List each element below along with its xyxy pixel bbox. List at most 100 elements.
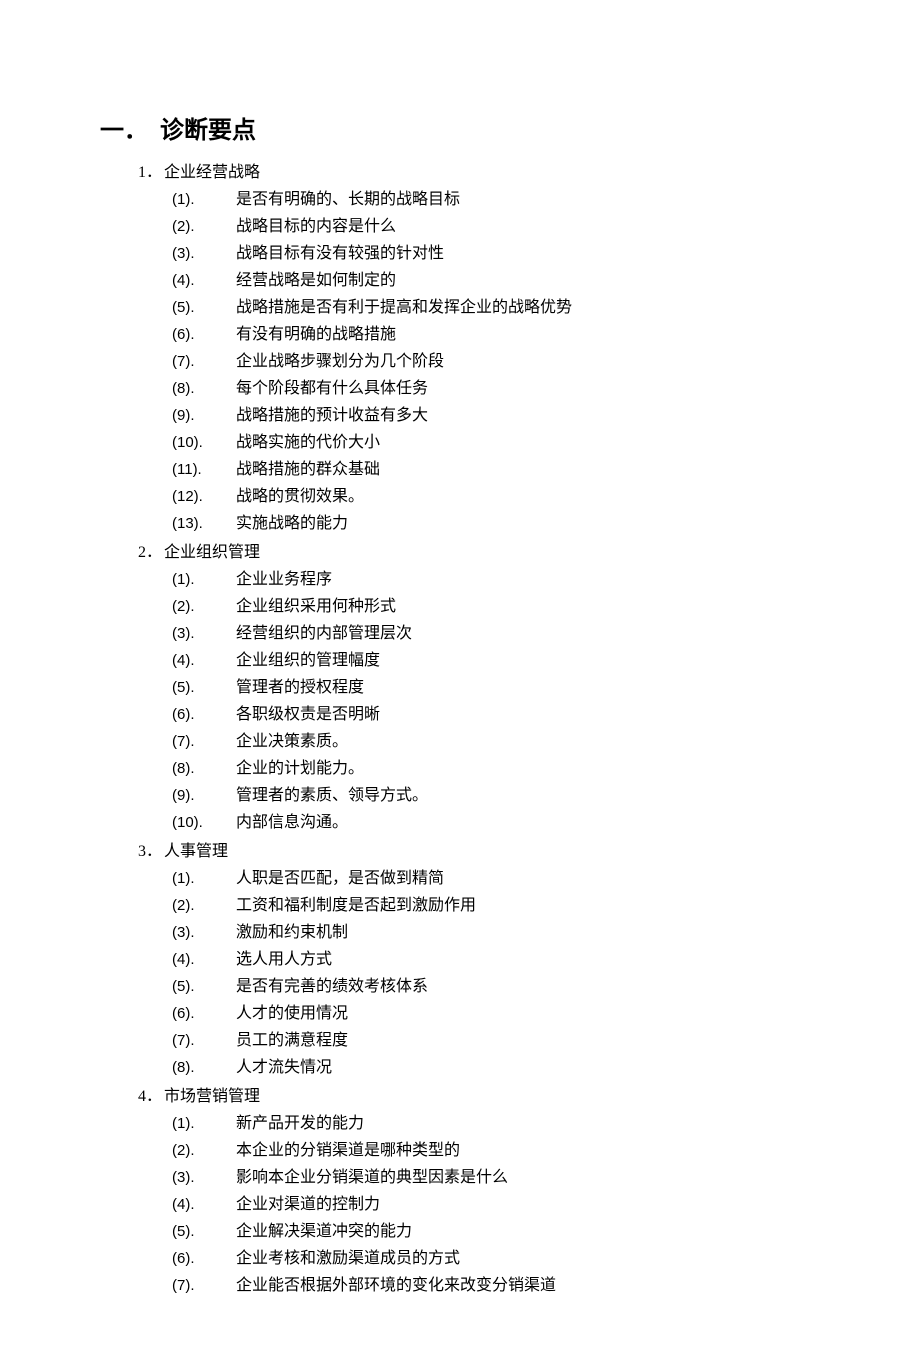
section-number: 3． (138, 838, 164, 865)
item-text: 人才流失情况 (236, 1054, 332, 1081)
item-text: 企业考核和激励渠道成员的方式 (236, 1245, 460, 1272)
item-number: (4). (172, 1191, 236, 1218)
item-number: (1). (172, 1110, 236, 1137)
item-text: 激励和约束机制 (236, 919, 348, 946)
list-item: (3).影响本企业分销渠道的典型因素是什么 (172, 1164, 830, 1191)
section: 2．企业组织管理(1).企业业务程序(2).企业组织采用何种形式(3).经营组织… (138, 539, 830, 836)
item-list: (1).新产品开发的能力(2).本企业的分销渠道是哪种类型的(3).影响本企业分… (172, 1110, 830, 1299)
item-list: (1).企业业务程序(2).企业组织采用何种形式(3).经营组织的内部管理层次(… (172, 566, 830, 836)
item-number: (4). (172, 267, 236, 294)
item-number: (6). (172, 701, 236, 728)
list-item: (4).选人用人方式 (172, 946, 830, 973)
document-page: 一． 诊断要点 1．企业经营战略(1).是否有明确的、长期的战略目标(2).战略… (0, 0, 920, 1361)
list-item: (5).是否有完善的绩效考核体系 (172, 973, 830, 1000)
list-item: (9).战略措施的预计收益有多大 (172, 402, 830, 429)
list-item: (6).人才的使用情况 (172, 1000, 830, 1027)
item-number: (13). (172, 510, 236, 537)
section-header: 4．市场营销管理 (138, 1083, 830, 1110)
item-list: (1).是否有明确的、长期的战略目标(2).战略目标的内容是什么(3).战略目标… (172, 186, 830, 537)
item-text: 企业能否根据外部环境的变化来改变分销渠道 (236, 1272, 556, 1299)
item-text: 实施战略的能力 (236, 510, 348, 537)
list-item: (10).内部信息沟通。 (172, 809, 830, 836)
item-number: (3). (172, 240, 236, 267)
item-number: (3). (172, 620, 236, 647)
item-text: 经营战略是如何制定的 (236, 267, 396, 294)
list-item: (7).员工的满意程度 (172, 1027, 830, 1054)
list-item: (7).企业决策素质。 (172, 728, 830, 755)
section-number: 4． (138, 1083, 164, 1110)
item-text: 新产品开发的能力 (236, 1110, 364, 1137)
section-title: 企业经营战略 (164, 159, 260, 186)
item-number: (8). (172, 375, 236, 402)
list-item: (8).每个阶段都有什么具体任务 (172, 375, 830, 402)
list-item: (12).战略的贯彻效果。 (172, 483, 830, 510)
item-text: 每个阶段都有什么具体任务 (236, 375, 428, 402)
list-item: (6).有没有明确的战略措施 (172, 321, 830, 348)
list-item: (2).战略目标的内容是什么 (172, 213, 830, 240)
list-item: (2).工资和福利制度是否起到激励作用 (172, 892, 830, 919)
item-text: 人才的使用情况 (236, 1000, 348, 1027)
section-title: 市场营销管理 (164, 1083, 260, 1110)
item-text: 选人用人方式 (236, 946, 332, 973)
item-text: 企业对渠道的控制力 (236, 1191, 380, 1218)
item-number: (6). (172, 1000, 236, 1027)
item-number: (5). (172, 1218, 236, 1245)
item-number: (3). (172, 919, 236, 946)
sections-container: 1．企业经营战略(1).是否有明确的、长期的战略目标(2).战略目标的内容是什么… (100, 159, 830, 1299)
item-text: 内部信息沟通。 (236, 809, 348, 836)
list-item: (7).企业能否根据外部环境的变化来改变分销渠道 (172, 1272, 830, 1299)
list-item: (1).人职是否匹配，是否做到精简 (172, 865, 830, 892)
item-number: (1). (172, 865, 236, 892)
item-number: (5). (172, 674, 236, 701)
section: 1．企业经营战略(1).是否有明确的、长期的战略目标(2).战略目标的内容是什么… (138, 159, 830, 537)
list-item: (10).战略实施的代价大小 (172, 429, 830, 456)
item-number: (7). (172, 728, 236, 755)
item-text: 各职级权责是否明晰 (236, 701, 380, 728)
item-number: (1). (172, 186, 236, 213)
list-item: (7).企业战略步骤划分为几个阶段 (172, 348, 830, 375)
list-item: (6).企业考核和激励渠道成员的方式 (172, 1245, 830, 1272)
item-number: (7). (172, 1027, 236, 1054)
item-text: 战略措施是否有利于提高和发挥企业的战略优势 (236, 294, 572, 321)
item-number: (2). (172, 1137, 236, 1164)
item-text: 企业战略步骤划分为几个阶段 (236, 348, 444, 375)
list-item: (9).管理者的素质、领导方式。 (172, 782, 830, 809)
item-text: 员工的满意程度 (236, 1027, 348, 1054)
list-item: (3).激励和约束机制 (172, 919, 830, 946)
item-text: 企业的计划能力。 (236, 755, 364, 782)
item-text: 战略措施的预计收益有多大 (236, 402, 428, 429)
item-number: (4). (172, 647, 236, 674)
section-title: 企业组织管理 (164, 539, 260, 566)
item-number: (10). (172, 809, 236, 836)
item-text: 企业业务程序 (236, 566, 332, 593)
item-text: 有没有明确的战略措施 (236, 321, 396, 348)
item-text: 战略措施的群众基础 (236, 456, 380, 483)
list-item: (8).人才流失情况 (172, 1054, 830, 1081)
list-item: (5).战略措施是否有利于提高和发挥企业的战略优势 (172, 294, 830, 321)
list-item: (3).战略目标有没有较强的针对性 (172, 240, 830, 267)
section-header: 3．人事管理 (138, 838, 830, 865)
item-text: 是否有完善的绩效考核体系 (236, 973, 428, 1000)
heading-title: 诊断要点 (160, 110, 256, 145)
item-text: 战略目标有没有较强的针对性 (236, 240, 444, 267)
item-number: (9). (172, 402, 236, 429)
list-item: (6).各职级权责是否明晰 (172, 701, 830, 728)
list-item: (1).新产品开发的能力 (172, 1110, 830, 1137)
item-text: 是否有明确的、长期的战略目标 (236, 186, 460, 213)
item-text: 管理者的授权程度 (236, 674, 364, 701)
section-title: 人事管理 (164, 838, 228, 865)
item-text: 企业组织采用何种形式 (236, 593, 396, 620)
item-text: 管理者的素质、领导方式。 (236, 782, 428, 809)
item-text: 企业组织的管理幅度 (236, 647, 380, 674)
item-text: 战略的贯彻效果。 (236, 483, 364, 510)
list-item: (4).经营战略是如何制定的 (172, 267, 830, 294)
list-item: (11).战略措施的群众基础 (172, 456, 830, 483)
list-item: (13).实施战略的能力 (172, 510, 830, 537)
list-item: (2).本企业的分销渠道是哪种类型的 (172, 1137, 830, 1164)
list-item: (1).是否有明确的、长期的战略目标 (172, 186, 830, 213)
item-number: (2). (172, 593, 236, 620)
item-number: (7). (172, 348, 236, 375)
item-number: (4). (172, 946, 236, 973)
item-number: (3). (172, 1164, 236, 1191)
item-text: 本企业的分销渠道是哪种类型的 (236, 1137, 460, 1164)
